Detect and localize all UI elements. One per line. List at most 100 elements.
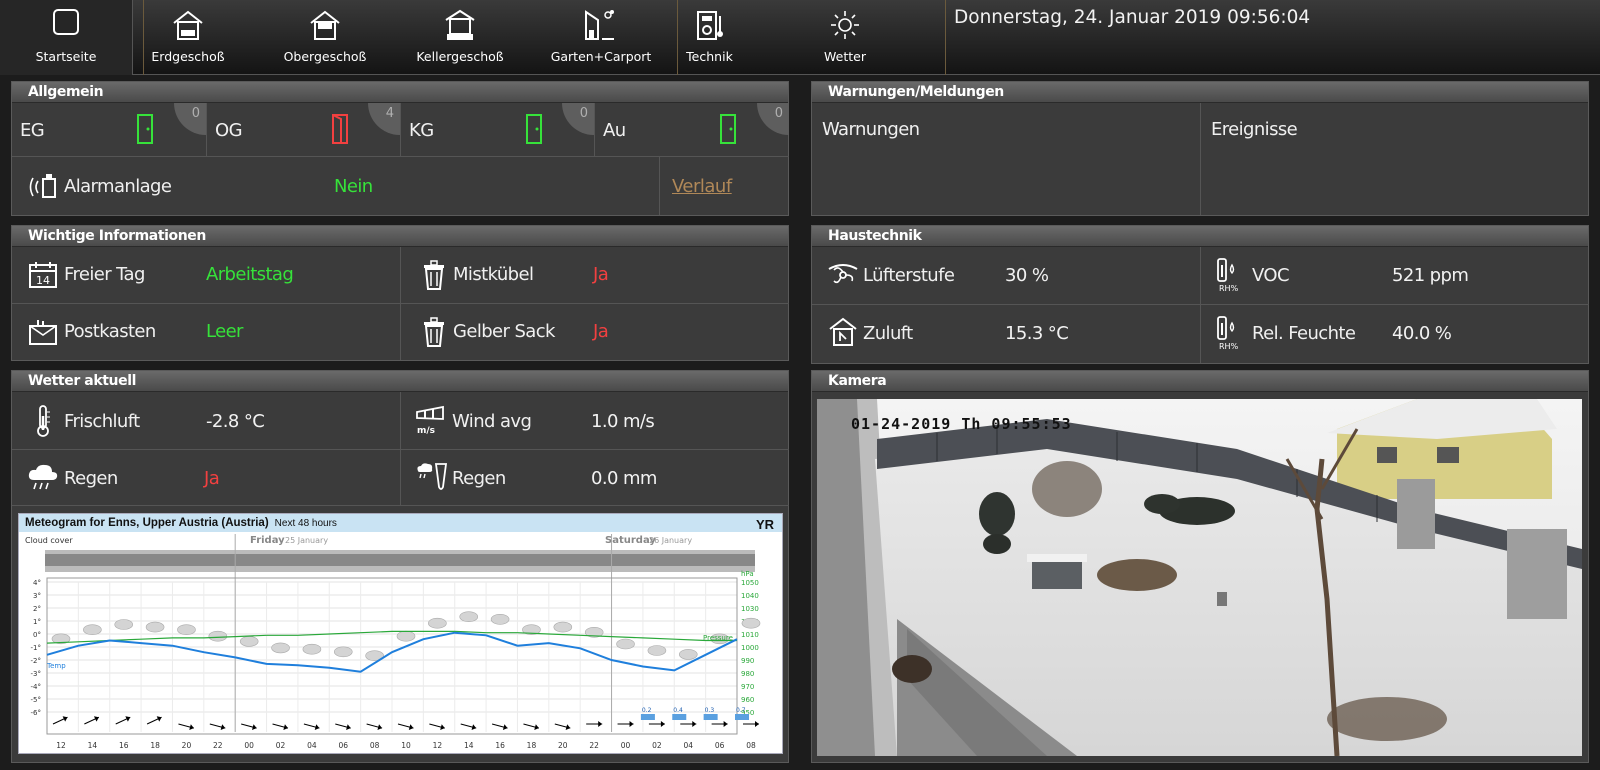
nav-item-wetter[interactable]: Wetter [810, 0, 880, 75]
pressure-tick-label: 960 [741, 696, 754, 704]
wind-arrow [648, 721, 665, 727]
nav-item-technik[interactable]: Technik [677, 0, 742, 75]
precip-bar [703, 714, 718, 720]
gelber-sack-value: Ja [593, 321, 609, 342]
house-kg-icon [445, 9, 475, 40]
wind-arrow [523, 723, 540, 731]
door-closed-icon [137, 114, 153, 144]
wind-arrow-head [723, 721, 728, 727]
tech-voc[interactable]: RH% VOC 521 ppm [1201, 247, 1589, 305]
wind-arrow [335, 723, 351, 731]
wind-arrow [617, 721, 634, 727]
nav-label-obergeschoss: Obergeschoß [283, 49, 367, 64]
info-gelber-sack[interactable]: Gelber Sack Ja [401, 304, 789, 360]
temp-tick-label: -6° [31, 709, 41, 717]
weather-regen-amount[interactable]: Regen 0.0 mm [401, 450, 789, 506]
sensor-rh-icon: RH% [1217, 258, 1239, 293]
wind-arrow [491, 723, 508, 731]
wind-arrow-head [692, 721, 697, 727]
temp-tick-label: 3° [33, 592, 41, 600]
cloud-icon [678, 649, 698, 660]
camera-image[interactable]: 01-24-2019 Th 09:55:53 [817, 399, 1582, 756]
x-tick-label: 02 [652, 741, 662, 750]
regen-status-label: Regen [64, 468, 118, 489]
nav-item-garten-carport[interactable]: Garten+Carport [546, 0, 656, 75]
voc-label: VOC [1252, 265, 1290, 286]
weather-regen-status[interactable]: Regen Ja [12, 450, 401, 506]
trash-bin-icon [424, 260, 444, 290]
floor-kg[interactable]: KG 0 [401, 103, 595, 157]
luefterstufe-label: Lüfterstufe [863, 265, 955, 286]
info-mistkuebel[interactable]: Mistkübel Ja [401, 247, 789, 304]
floor-au[interactable]: Au 0 [595, 103, 789, 157]
cloud-icon [647, 645, 667, 656]
weather-frischluft[interactable]: Frischluft -2.8 °C [12, 392, 401, 450]
x-tick-label: 16 [495, 741, 505, 750]
nav-label-erdgeschoss: Erdgeschoß [151, 49, 225, 64]
nav-label-technik: Technik [686, 49, 733, 64]
nav-item-startseite[interactable]: Startseite [0, 0, 133, 75]
floor-og[interactable]: OG 4 [207, 103, 401, 157]
temp-tick-label: 2° [33, 605, 41, 613]
cloud-icon [302, 643, 322, 655]
alarm-system-icon [29, 174, 56, 198]
events-heading: Ereignisse [1211, 119, 1298, 140]
cloud-icon [741, 617, 761, 629]
wind-arrow [397, 723, 414, 731]
precip-bar [640, 714, 655, 720]
x-tick-label: 22 [213, 741, 223, 750]
panel-title-allgemein: Allgemein [12, 82, 788, 103]
nav-item-erdgeschoss[interactable]: Erdgeschoß [143, 0, 233, 75]
x-tick-label: 08 [370, 741, 380, 750]
floor-eg-count-badge: 0 [174, 103, 206, 135]
wind-arrow [680, 721, 697, 727]
floor-eg[interactable]: EG 0 [12, 103, 207, 157]
wind-avg-value: 1.0 m/s [591, 411, 655, 432]
warnings-heading: Warnungen [822, 119, 920, 140]
x-tick-label: 14 [464, 741, 474, 750]
fan-icon [828, 264, 858, 284]
x-tick-label: 04 [683, 741, 693, 750]
camera-snapshot: 01-24-2019 Th 09:55:53 [817, 399, 1582, 756]
frischluft-value: -2.8 °C [206, 411, 265, 432]
regen-amount-label: Regen [452, 468, 506, 489]
cloud-cover-label: Cloud cover [25, 536, 73, 545]
wind-arrow-head [62, 716, 68, 722]
wind-arrow-head [156, 716, 162, 722]
mailbox-icon [29, 320, 57, 345]
x-tick-label: 14 [88, 741, 98, 750]
floor-og-count-badge: 4 [368, 103, 400, 135]
temp-series-label: Temp [46, 662, 66, 670]
floor-eg-label: EG [20, 120, 45, 141]
tech-rel-feuchte[interactable]: RH% Rel. Feuchte 40.0 % [1201, 305, 1589, 363]
weather-wind[interactable]: m/s Wind avg 1.0 m/s [401, 392, 789, 450]
info-freier-tag[interactable]: 14 Freier Tag Arbeitstag [12, 247, 401, 304]
zuluft-label: Zuluft [863, 323, 913, 344]
pressure-tick-label: 1040 [741, 592, 759, 600]
day1-date: 25 January [285, 536, 328, 545]
svg-text:m/s: m/s [417, 426, 435, 436]
precip-label: 0.3 [705, 707, 715, 714]
info-postkasten[interactable]: Postkasten Leer [12, 304, 401, 360]
alarm-row[interactable]: Alarmanlage Nein [12, 157, 660, 215]
alarm-history-link[interactable]: Verlauf [672, 176, 732, 197]
wind-arrow-head [93, 716, 99, 722]
meteogram[interactable]: Meteogram for Enns, Upper Austria (Austr… [18, 513, 783, 754]
tech-luefterstufe[interactable]: Lüfterstufe 30 % [812, 247, 1201, 305]
pressure-unit-label: hPa [741, 570, 754, 578]
x-tick-label: 02 [276, 741, 286, 750]
nav-item-obergeschoss[interactable]: Obergeschoß [275, 0, 375, 75]
wind-arrow [272, 723, 289, 731]
tech-zuluft[interactable]: Zuluft 15.3 °C [812, 305, 1201, 363]
wind-arrow-head [755, 721, 759, 727]
floor-au-count-badge: 0 [757, 103, 789, 135]
nav-item-kellergeschoss[interactable]: Kellergeschoß [405, 0, 515, 75]
x-tick-label: 00 [244, 741, 254, 750]
wind-arrow [429, 723, 445, 731]
precip-bar [672, 714, 687, 720]
wind-arrow [115, 716, 131, 725]
panel-allgemein: Allgemein EG 0 OG 4 KG 0 Au 0 Alarmanlag… [11, 81, 789, 216]
cloud-icon [145, 621, 165, 633]
floor-kg-count-badge: 0 [562, 103, 594, 135]
wind-arrow [52, 716, 68, 725]
